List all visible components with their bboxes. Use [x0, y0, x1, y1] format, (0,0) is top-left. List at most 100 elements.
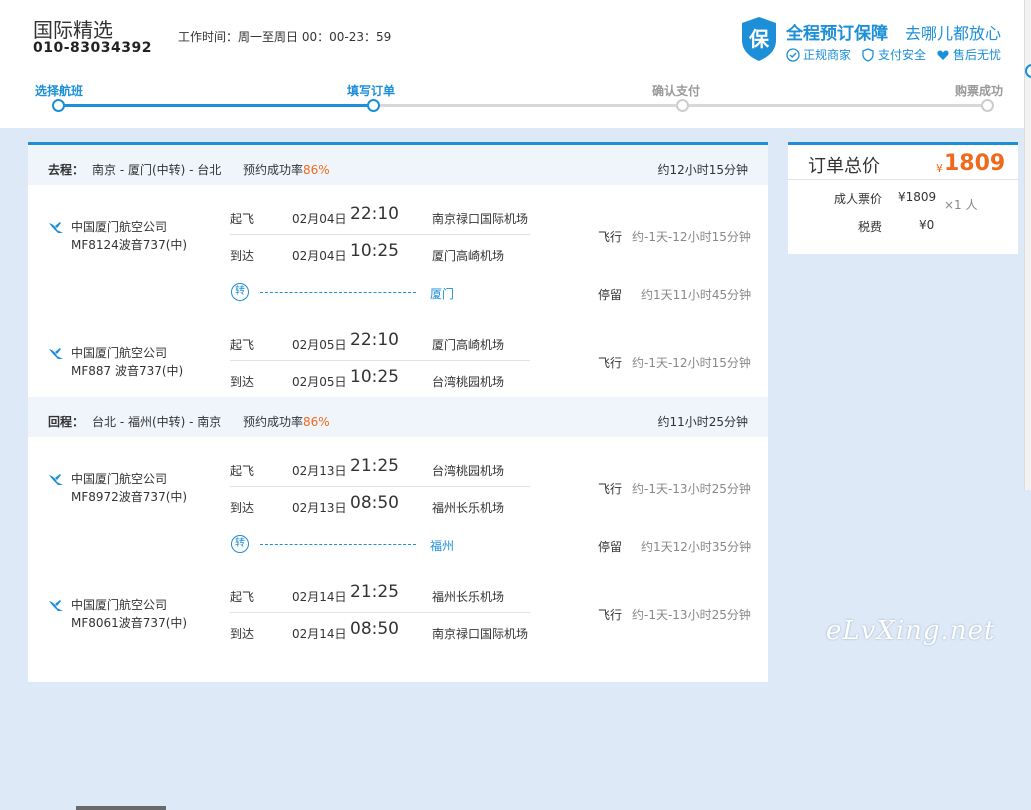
- airline-name: 中国厦门航空公司: [71, 346, 168, 360]
- arrival-time: 10:25: [350, 241, 399, 261]
- arrival-date: 02月13日: [292, 501, 347, 515]
- departure-label: 起飞: [230, 212, 255, 226]
- adult-fare-label: 成人票价: [834, 192, 883, 206]
- departure-date: 02月05日: [292, 338, 347, 352]
- adult-fare-row: 成人票价 ¥1809 ×1 人: [788, 186, 1018, 212]
- departure-row: 起飞 02月14日 21:25 福州长乐机场: [230, 576, 530, 613]
- flight-number: MF8124波音737(中): [71, 238, 188, 252]
- departure-airport: 福州长乐机场: [432, 590, 505, 604]
- flight-segment: 中国厦门航空公司 MF8061波音737(中) 起飞 02月14日 21:25 …: [28, 576, 768, 641]
- departure-airport: 南京禄口国际机场: [432, 212, 529, 226]
- flight-duration: 约-1天-12小时15分钟: [632, 356, 751, 370]
- arrival-time: 08:50: [350, 619, 399, 639]
- truncated-section-text: [76, 800, 176, 810]
- arrival-airport: 厦门高崎机场: [432, 249, 505, 263]
- success-rate-value: 86%: [303, 163, 330, 177]
- heart-icon: [937, 49, 949, 60]
- step-dot-1: [52, 99, 65, 112]
- airline-name: 中国厦门航空公司: [71, 472, 168, 486]
- flight-duration-label: 飞行: [598, 608, 623, 622]
- verified-icon: [786, 47, 800, 62]
- departure-time: 21:25: [350, 582, 399, 602]
- arrival-time: 08:50: [350, 493, 399, 513]
- step-fill-order: 填写订单: [347, 84, 396, 98]
- flight-details-panel: 去程： 南京 - 厦门(中转) - 台北 预约成功率86% 约12小时15分钟 …: [28, 142, 768, 810]
- step-select-flight[interactable]: 选择航班: [35, 82, 83, 99]
- flight-duration: 约-1天-12小时15分钟: [632, 230, 751, 244]
- departure-label: 起飞: [230, 338, 255, 352]
- page-header: 国际精选 010-83034392 工作时间：周一至周日 00：00-23：59…: [0, 0, 1031, 128]
- badge-secure-payment: 支付安全: [861, 46, 926, 63]
- shield-char: 保: [748, 27, 770, 51]
- xiamen-air-logo-icon: [49, 474, 63, 485]
- stopover-label: 停留: [598, 540, 623, 554]
- transfer-line: [260, 544, 416, 545]
- summary-accent-line: [788, 142, 1018, 145]
- outbound-label: 去程：: [48, 163, 85, 177]
- flight-segment: 中国厦门航空公司 MF8124波音737(中) 起飞 02月04日 22:10 …: [28, 198, 768, 263]
- working-hours-time: 00：00-23：59: [301, 30, 392, 44]
- trust-badges: 正规商家 支付安全 售后无忧: [786, 46, 1001, 63]
- currency-symbol: ¥: [936, 162, 943, 175]
- arrival-label: 到达: [230, 501, 255, 515]
- badge-label: 支付安全: [878, 48, 927, 62]
- summary-divider: [788, 179, 1018, 180]
- shield-icon: 保: [742, 17, 776, 61]
- arrival-label: 到达: [230, 375, 255, 389]
- departure-airport: 厦门高崎机场: [432, 338, 505, 352]
- arrival-row: 到达 02月14日 08:50 南京禄口国际机场: [230, 613, 530, 649]
- xiamen-air-logo-icon: [49, 222, 63, 233]
- departure-date: 02月14日: [292, 590, 347, 604]
- arrival-row: 到达 02月05日 10:25 台湾桃园机场: [230, 361, 530, 397]
- return-header: 回程： 台北 - 福州(中转) - 南京 预约成功率86% 约11小时25分钟: [28, 397, 768, 437]
- outbound-header: 去程： 南京 - 厦门(中转) - 台北 预约成功率86% 约12小时15分钟: [28, 145, 768, 185]
- success-rate-label: 预约成功率: [243, 163, 304, 177]
- step-dot-3: [676, 99, 689, 112]
- success-rate-label: 预约成功率: [243, 415, 304, 429]
- flight-duration: 约-1天-13小时25分钟: [632, 608, 751, 622]
- transfer-icon: 转: [231, 535, 249, 553]
- service-phone: 010-83034392: [33, 40, 152, 56]
- flight-duration-label: 飞行: [598, 356, 623, 370]
- order-summary: 订单总价 ¥ 1809 成人票价 ¥1809 ×1 人 税费 ¥0: [788, 142, 1018, 254]
- return-total-duration: 约11小时25分钟: [657, 415, 748, 429]
- departure-row: 起飞 02月04日 22:10 南京禄口国际机场: [230, 198, 530, 235]
- arrival-label: 到达: [230, 627, 255, 641]
- xiamen-air-logo-icon: [49, 600, 63, 611]
- step-dot-4: [981, 99, 994, 112]
- tax-value: ¥0: [919, 218, 935, 232]
- transfer-city: 福州: [430, 539, 455, 553]
- badge-label: 售后无忧: [953, 48, 1002, 62]
- arrival-date: 02月14日: [292, 627, 347, 641]
- arrival-date: 02月05日: [292, 375, 347, 389]
- arrival-airport: 南京禄口国际机场: [432, 627, 529, 641]
- success-rate-value: 86%: [303, 415, 330, 429]
- outbound-total-duration: 约12小时15分钟: [657, 163, 748, 177]
- airline-name: 中国厦门航空公司: [71, 220, 168, 234]
- badge-label: 正规商家: [803, 48, 852, 62]
- arrival-row: 到达 02月13日 08:50 福州长乐机场: [230, 487, 530, 523]
- working-hours: 工作时间：周一至周日 00：00-23：59: [178, 28, 391, 45]
- flight-number: MF8972波音737(中): [71, 490, 188, 504]
- arrival-date: 02月04日: [292, 249, 347, 263]
- flight-number: MF887 波音737(中): [71, 364, 184, 378]
- transfer-icon: 转: [231, 283, 249, 301]
- order-total-title: 订单总价: [808, 156, 880, 177]
- stopover-duration: 约1天12小时35分钟: [641, 540, 752, 554]
- badge-legit-merchant: 正规商家: [786, 46, 851, 63]
- departure-row: 起飞 02月13日 21:25 台湾桃园机场: [230, 450, 530, 487]
- shield-check-icon: [862, 47, 874, 62]
- xiamen-air-logo-icon: [49, 348, 63, 359]
- flight-segment: 中国厦门航空公司 MF887 波音737(中) 起飞 02月05日 22:10 …: [28, 324, 768, 389]
- departure-airport: 台湾桃园机场: [432, 464, 505, 478]
- brand-name[interactable]: 国际精选: [33, 14, 113, 43]
- step-dot-2: [367, 99, 380, 112]
- departure-time: 22:10: [350, 204, 399, 224]
- flight-number: MF8061波音737(中): [71, 616, 188, 630]
- departure-time: 22:10: [350, 330, 399, 350]
- flight-duration: 约-1天-13小时25分钟: [632, 482, 751, 496]
- transfer-city: 厦门: [430, 287, 455, 301]
- return-label: 回程：: [48, 415, 85, 429]
- departure-row: 起飞 02月05日 22:10 厦门高崎机场: [230, 324, 530, 361]
- departure-date: 02月04日: [292, 212, 347, 226]
